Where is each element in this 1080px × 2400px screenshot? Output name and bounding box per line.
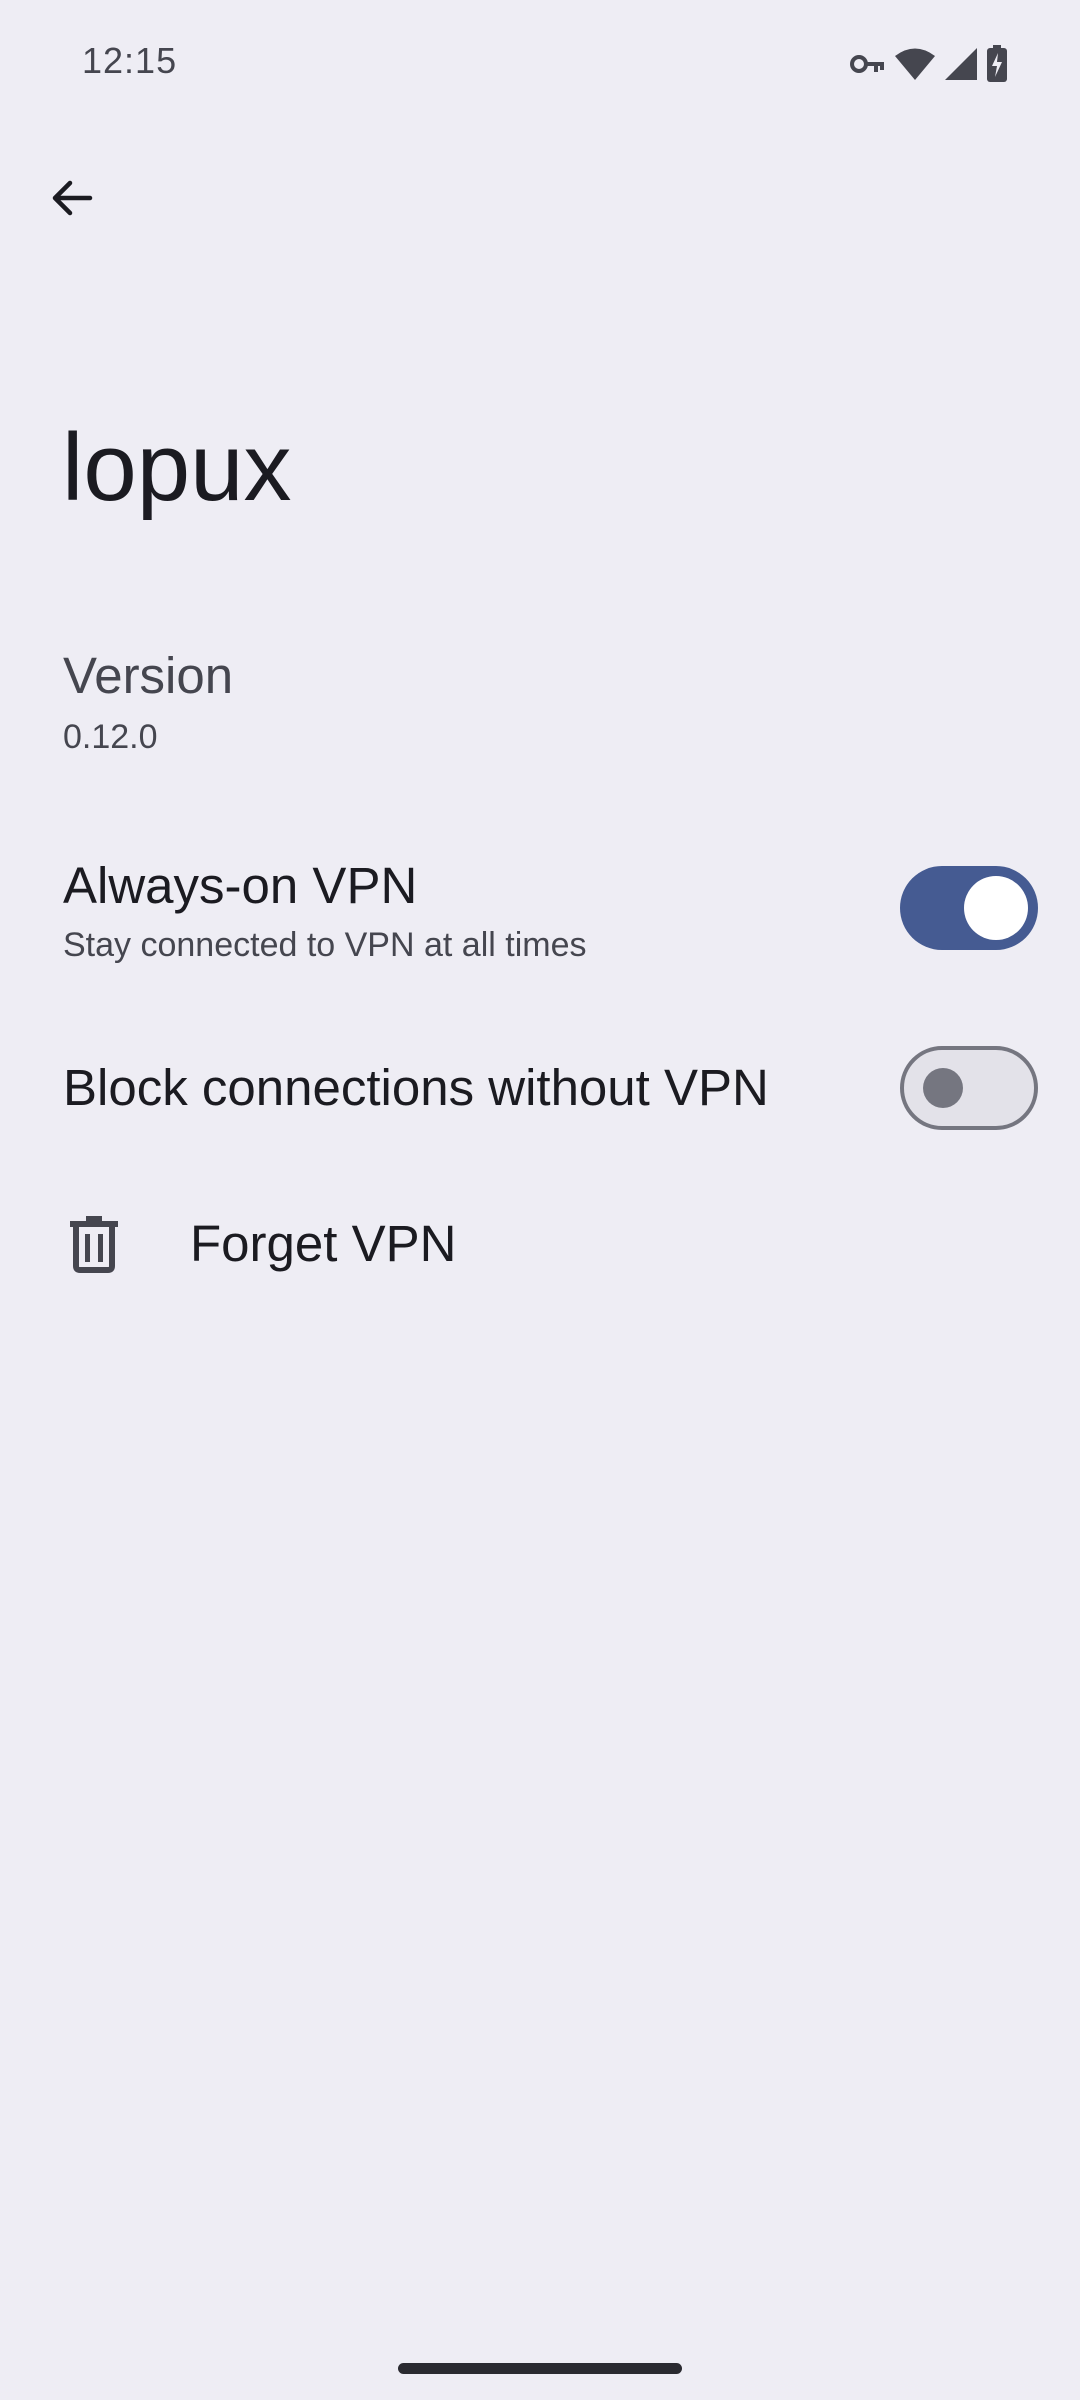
cell-signal-icon [944, 47, 978, 81]
wifi-icon [894, 47, 936, 81]
status-time: 12:15 [82, 40, 178, 81]
page-title: lopux [62, 414, 292, 521]
version-title: Version [63, 647, 234, 704]
forget-vpn-label: Forget VPN [190, 1215, 457, 1272]
always-on-vpn-row[interactable]: Always-on VPN Stay connected to VPN at a… [0, 840, 1080, 980]
version-value: 0.12.0 [63, 718, 158, 756]
block-connections-switch[interactable] [900, 1046, 1038, 1130]
always-on-vpn-switch[interactable] [900, 866, 1038, 950]
battery-charging-icon [986, 45, 1008, 83]
trash-icon [66, 1212, 122, 1279]
gesture-navigation-handle[interactable] [398, 2363, 682, 2374]
status-icons [850, 40, 1008, 88]
version-preference: Version 0.12.0 [0, 640, 1080, 770]
arrow-back-icon [48, 174, 96, 227]
back-button[interactable] [36, 164, 108, 236]
always-on-vpn-title: Always-on VPN [63, 857, 418, 914]
always-on-vpn-summary: Stay connected to VPN at all times [63, 926, 587, 964]
block-connections-row[interactable]: Block connections without VPN [0, 1030, 1080, 1150]
switch-thumb [964, 876, 1028, 940]
vpn-key-icon [850, 52, 886, 76]
switch-thumb [923, 1068, 963, 1108]
status-bar: 12:15 [0, 0, 1080, 126]
block-connections-title: Block connections without VPN [63, 1059, 769, 1116]
forget-vpn-button[interactable]: Forget VPN [0, 1190, 1080, 1300]
